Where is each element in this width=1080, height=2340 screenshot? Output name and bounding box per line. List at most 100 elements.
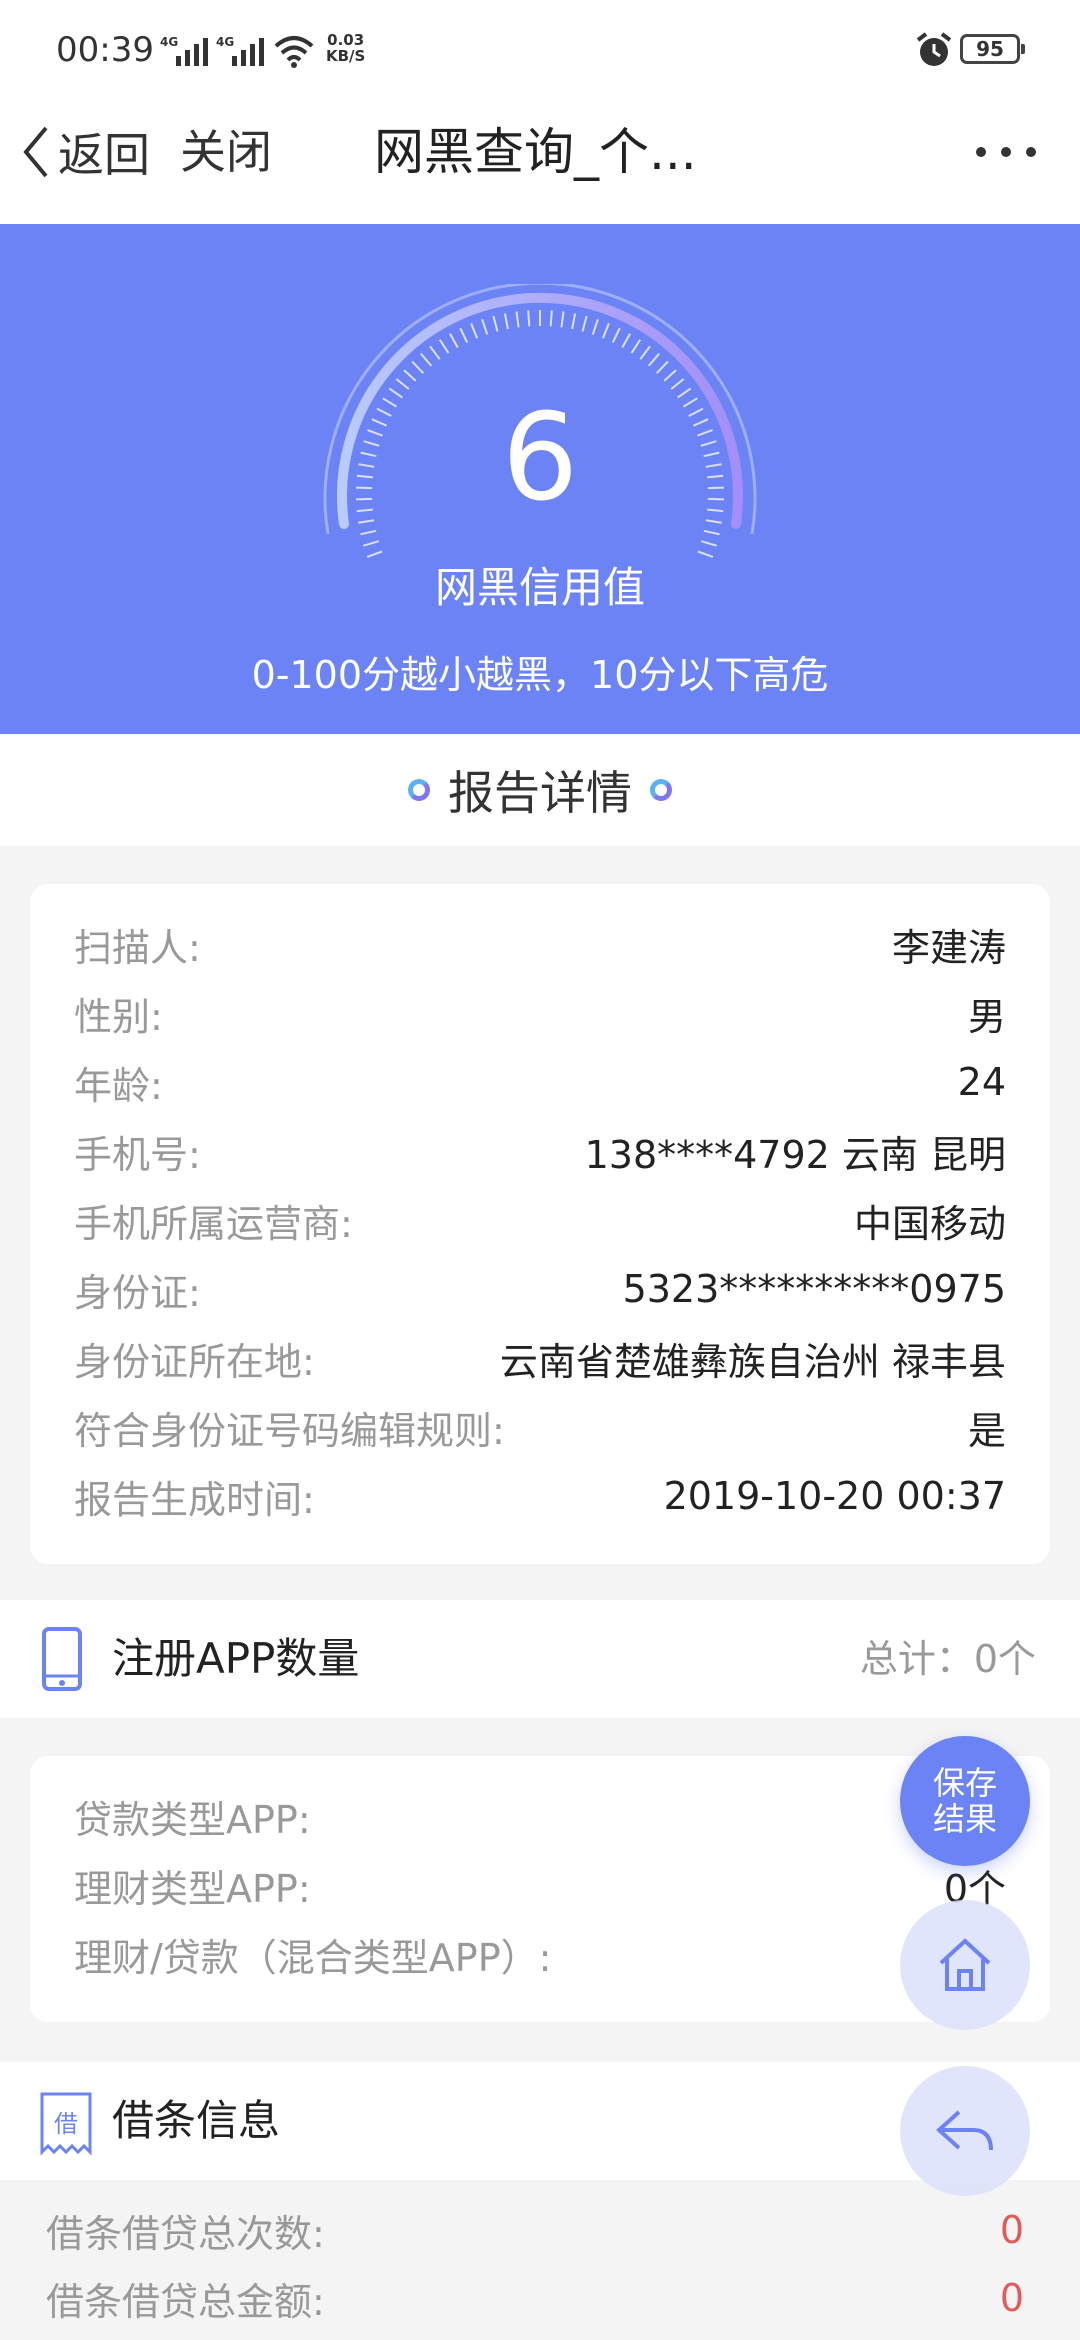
signal-icon: 4G <box>216 35 264 66</box>
back-label: 返回 <box>58 128 150 182</box>
score-hint: 0-100分越小越黑，10分以下高危 <box>251 653 829 697</box>
gauge-tick <box>560 311 565 328</box>
report-row: 身份证所在地: 云南省楚雄彝族自治州 禄丰县 <box>74 1328 1006 1388</box>
gauge-tick <box>601 323 610 339</box>
wifi-icon <box>274 36 314 68</box>
gauge-tick <box>481 318 489 335</box>
status-bar: 00:39 4G 4G 0.03 KB/S 95 <box>0 0 1080 100</box>
back-fab-button[interactable] <box>900 2066 1030 2196</box>
more-dot-icon <box>976 147 986 157</box>
iou-list: 借条借贷总次数: 0 借条借贷总金额: 0 <box>0 2180 1080 2340</box>
row-value: 0 <box>999 2208 1024 2252</box>
back-button[interactable]: 返回 <box>20 122 150 182</box>
gauge-tick <box>621 333 631 348</box>
row-key: 借条借贷总次数: <box>46 2211 325 2256</box>
status-time: 00:39 <box>56 30 154 70</box>
gauge-tick <box>703 529 720 536</box>
row-value: 5323**********0975 <box>622 1267 1006 1311</box>
row-value: 男 <box>967 994 1006 1039</box>
app-row: 理财/贷款（混合类型APP）: <box>74 1924 1006 1984</box>
phone-icon <box>42 1627 82 1691</box>
iou-row: 借条借贷总金额: 0 <box>46 2268 1024 2328</box>
gauge-tick <box>363 540 380 547</box>
row-value: 李建涛 <box>891 925 1006 970</box>
row-key: 扫描人: <box>74 925 201 970</box>
gauge-tick <box>395 378 410 390</box>
report-row: 身份证: 5323**********0975 <box>74 1259 1006 1319</box>
gauge-tick <box>591 318 599 335</box>
svg-text:借: 借 <box>54 2110 78 2138</box>
report-title: 报告详情 <box>448 766 632 820</box>
gauge-tick <box>700 540 717 547</box>
row-value: 是 <box>967 1408 1006 1453</box>
apps-section-header: 注册APP数量 总计：0个 <box>0 1600 1080 1718</box>
row-key: 借条借贷总金额: <box>46 2279 325 2324</box>
battery-icon: 95 <box>960 34 1025 64</box>
row-key: 年龄: <box>74 1063 163 1108</box>
chevron-left-icon <box>23 126 48 178</box>
row-value: 24 <box>957 1060 1006 1104</box>
row-value: 2019-10-20 00:37 <box>663 1474 1006 1518</box>
report-row: 性别: 男 <box>74 983 1006 1043</box>
gauge-tick <box>630 339 642 354</box>
ring-icon <box>650 779 672 801</box>
save-label: 保存 <box>932 1764 997 1802</box>
home-button[interactable] <box>900 1900 1030 2030</box>
report-row: 报告生成时间: 2019-10-20 00:37 <box>74 1466 1006 1526</box>
gauge-tick <box>438 339 450 354</box>
gauge-tick <box>571 313 577 330</box>
report-card: 扫描人: 李建涛 性别: 男 年龄: 24 手机号: 138****4792 云南 昆明… <box>30 884 1050 1564</box>
close-button[interactable]: 关闭 <box>180 122 272 182</box>
report-row: 年龄: 24 <box>74 1052 1006 1112</box>
gauge-tick <box>429 345 441 360</box>
gauge-tick <box>449 333 459 348</box>
save-label: 结果 <box>932 1800 997 1838</box>
gauge-tick <box>492 315 499 332</box>
network-speed: 0.03 KB/S <box>326 31 366 65</box>
home-icon <box>939 1938 991 1991</box>
iou-note-icon: 借 <box>40 2092 92 2156</box>
save-result-button[interactable]: 保存 结果 <box>900 1736 1030 1866</box>
row-key: 身份证所在地: <box>74 1339 315 1384</box>
report-row: 手机号: 138****4792 云南 昆明 <box>74 1121 1006 1181</box>
svg-text:4G: 4G <box>216 35 234 49</box>
app-row: 理财类型APP: 0个 <box>74 1855 1006 1915</box>
gauge-tick <box>663 369 677 382</box>
iou-title: 借条信息 <box>112 2096 281 2145</box>
row-key: 符合身份证号码编辑规则: <box>74 1408 505 1453</box>
credit-score-label: 网黑信用值 <box>434 563 645 612</box>
gauge-tick <box>611 327 621 344</box>
row-key: 手机号: <box>74 1132 201 1177</box>
more-options-button[interactable] <box>976 130 1036 174</box>
gauge-tick <box>459 327 469 344</box>
report-header: 报告详情 <box>0 734 1080 846</box>
nav-bar: 返回 关闭 网黑查询_个... <box>0 100 1080 224</box>
report-row: 扫描人: 李建涛 <box>74 914 1006 974</box>
gauge-tick <box>527 310 531 327</box>
gauge-tick <box>655 360 669 374</box>
gauge-tick <box>581 315 588 332</box>
gauge-tick <box>503 313 509 330</box>
report-row: 手机所属运营商: 中国移动 <box>74 1190 1006 1250</box>
page-title: 网黑查询_个... <box>374 123 697 181</box>
apps-total: 总计：0个 <box>859 1637 1036 1681</box>
gauge-tick <box>670 378 685 390</box>
svg-text:4G: 4G <box>160 35 178 49</box>
app-row: 贷款类型APP: <box>74 1786 1006 1846</box>
row-key: 身份证: <box>74 1270 201 1315</box>
gauge-tick <box>639 345 651 360</box>
gauge-tick <box>549 310 553 327</box>
gauge-tick <box>360 529 377 536</box>
row-value: 云南省楚雄彝族自治州 禄丰县 <box>499 1339 1006 1384</box>
score-hero: 6 网黑信用值 0-100分越小越黑，10分以下高危 <box>0 224 1080 734</box>
gauge-tick <box>411 360 425 374</box>
more-dot-icon <box>1026 147 1036 157</box>
row-key: 手机所属运营商: <box>74 1201 353 1246</box>
apps-title: 注册APP数量 <box>112 1634 360 1683</box>
gauge-tick <box>403 369 417 382</box>
alarm-icon <box>916 32 952 66</box>
signal-icon: 4G <box>160 35 208 66</box>
more-dot-icon <box>1001 147 1011 157</box>
row-value: 138****4792 云南 昆明 <box>584 1132 1006 1177</box>
row-key: 理财类型APP: <box>74 1866 311 1911</box>
